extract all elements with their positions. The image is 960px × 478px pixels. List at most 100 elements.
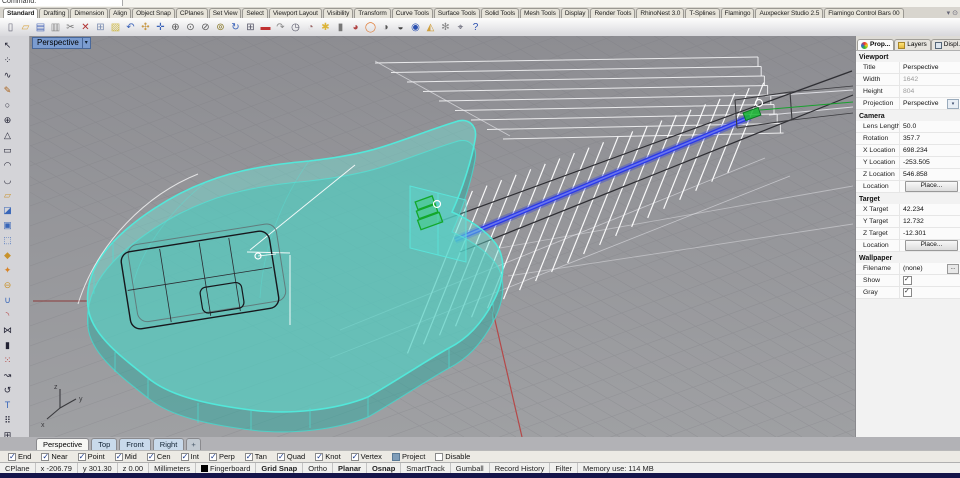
ribbon-tab-display[interactable]: Display [561,8,590,18]
zoom-window-icon[interactable]: ⊙ [183,20,198,35]
property-value[interactable]: 42.234 [900,204,960,215]
cut-icon[interactable]: ✂ [63,20,78,35]
ribbon-tab-select[interactable]: Select [242,8,267,18]
viewport-canvas[interactable]: z y x [30,36,855,437]
options-icon[interactable]: ✻ [438,20,453,35]
osnap-cen[interactable]: Cen [147,452,171,461]
surface-icon[interactable]: ▱ [0,188,15,203]
osnap-vertex[interactable]: Vertex [351,452,382,461]
ribbon-tab-curve-tools[interactable]: Curve Tools [392,8,433,18]
circle-icon[interactable]: ○ [0,98,15,113]
place-button[interactable]: Place... [905,240,958,251]
undo-icon[interactable]: ↶ [123,20,138,35]
osnap-perp-checkbox[interactable] [209,453,217,461]
new-file-icon[interactable]: ▯ [3,20,18,35]
curve-edit-icon[interactable]: ✎ [0,83,15,98]
arc-icon[interactable]: ◠ [0,158,15,173]
property-value[interactable]: Place... [900,240,960,251]
osnap-project-checkbox[interactable] [392,453,400,461]
rotate-icon[interactable]: ↺ [0,383,15,398]
solid-extrude-icon[interactable]: ⬚ [0,233,15,248]
boolean-difference-icon[interactable]: ⊖ [0,278,15,293]
ribbon-tab-viewport-layout[interactable]: Viewport Layout [269,8,322,18]
viewport-tab-add[interactable]: + [186,438,200,450]
walkabout-icon[interactable]: ◔ [303,20,318,35]
osnap-disable[interactable]: Disable [435,452,470,461]
osnap-int-checkbox[interactable] [181,453,189,461]
save-file-icon[interactable]: ▤ [33,20,48,35]
ribbon-tab-flamingo-control-bars-00[interactable]: Flamingo Control Bars 00 [824,8,903,18]
paste-icon[interactable]: ▨ [108,20,123,35]
copy-icon[interactable]: ⊞ [93,20,108,35]
sweep-icon[interactable]: ↝ [0,368,15,383]
fillet-icon[interactable]: ◝ [0,308,15,323]
property-value[interactable]: Perspective [900,62,960,73]
osnap-tan[interactable]: Tan [245,452,267,461]
ribbon-tab-mesh-tools[interactable]: Mesh Tools [520,8,560,18]
property-value[interactable]: Place... [900,181,960,192]
osnap-mid-checkbox[interactable] [115,453,123,461]
solid-box-icon[interactable]: ▣ [0,218,15,233]
property-value[interactable]: -253.505 [900,157,960,168]
zoom-icon[interactable]: ⊕ [168,20,183,35]
gray-checkbox[interactable] [903,288,912,297]
property-value[interactable]: 804 [900,86,960,97]
circle-center-icon[interactable]: ⊕ [0,113,15,128]
viewport-tab-right[interactable]: Right [153,438,185,450]
ribbon-tab-transform[interactable]: Transform [354,8,390,18]
polyline-icon[interactable]: △ [0,128,15,143]
property-value[interactable]: 1642 [900,74,960,85]
lock-objects-icon[interactable]: ▮ [0,338,15,353]
rectangle-icon[interactable]: ▭ [0,143,15,158]
viewport-title-dropdown-icon[interactable]: ▾ [82,38,88,48]
ribbon-tab-surface-tools[interactable]: Surface Tools [434,8,480,18]
ribbon-tab-visibility[interactable]: Visibility [323,8,353,18]
explode-icon[interactable]: ✦ [0,263,15,278]
panel-tab-layers[interactable]: Layers [894,39,931,50]
points-grid-icon[interactable]: ⠿ [0,413,15,428]
viewport-tab-top[interactable]: Top [91,438,117,450]
move-icon[interactable]: ✛ [153,20,168,35]
lights-icon[interactable]: ✱ [318,20,333,35]
ribbon-tab-cplanes[interactable]: CPlanes [176,8,208,18]
property-value[interactable] [900,287,960,298]
property-value[interactable]: Perspective▾ [900,98,960,109]
rendered-mode-icon[interactable]: ◉ [408,20,423,35]
osnap-knot[interactable]: Knot [315,452,340,461]
open-file-icon[interactable]: ▱ [18,20,33,35]
viewport-tab-front[interactable]: Front [119,438,151,450]
arc-blend-icon[interactable]: ◡ [0,173,15,188]
osnap-point[interactable]: Point [78,452,105,461]
ribbon-tab-t-splines[interactable]: T-Splines [685,8,719,18]
ribbon-tab-flamingo[interactable]: Flamingo [721,8,755,18]
viewport-perspective[interactable]: Perspective ▾ [30,36,855,437]
zoom-selected-icon[interactable]: ⊚ [213,20,228,35]
pan-view-icon[interactable]: ✣ [138,20,153,35]
ribbon-tab-rhinonest-3-0[interactable]: RhinoNest 3.0 [636,8,684,18]
render-preview-icon[interactable]: ◯ [363,20,378,35]
osnap-quad[interactable]: Quad [277,452,305,461]
panel-tab-prop[interactable]: Prop... [857,39,894,50]
osnap-knot-checkbox[interactable] [315,453,323,461]
ribbon-tab-auxpecker-studio-2-5[interactable]: Auxpecker Studio 2.5 [755,8,823,18]
place-button[interactable]: Place... [905,181,958,192]
viewport-title-badge[interactable]: Perspective ▾ [32,37,91,49]
ribbon-tab-set-view[interactable]: Set View [209,8,242,18]
tab-options-icon[interactable]: ⊙ [952,9,958,17]
ribbon-tab-object-snap[interactable]: Object Snap [132,8,175,18]
delete-icon[interactable]: ✕ [78,20,93,35]
surface-corner-icon[interactable]: ◪ [0,203,15,218]
viewport-layout-icon[interactable]: ⊞ [243,20,258,35]
osnap-point-checkbox[interactable] [78,453,86,461]
boolean-union-icon[interactable]: ∪ [0,293,15,308]
ribbon-tab-align[interactable]: Align [109,8,131,18]
join-icon[interactable]: ⋈ [0,323,15,338]
osnap-end-checkbox[interactable] [8,453,16,461]
ribbon-tab-solid-tools[interactable]: Solid Tools [481,8,519,18]
cplane-tool-icon[interactable]: ⌖ [453,20,468,35]
point-cloud-icon[interactable]: ⁙ [0,353,15,368]
boolean-split-icon[interactable]: ◆ [0,248,15,263]
osnap-end[interactable]: End [8,452,31,461]
chevron-down-icon[interactable]: ▾ [947,99,959,109]
shaded-mode-icon[interactable]: ◕ [348,20,363,35]
